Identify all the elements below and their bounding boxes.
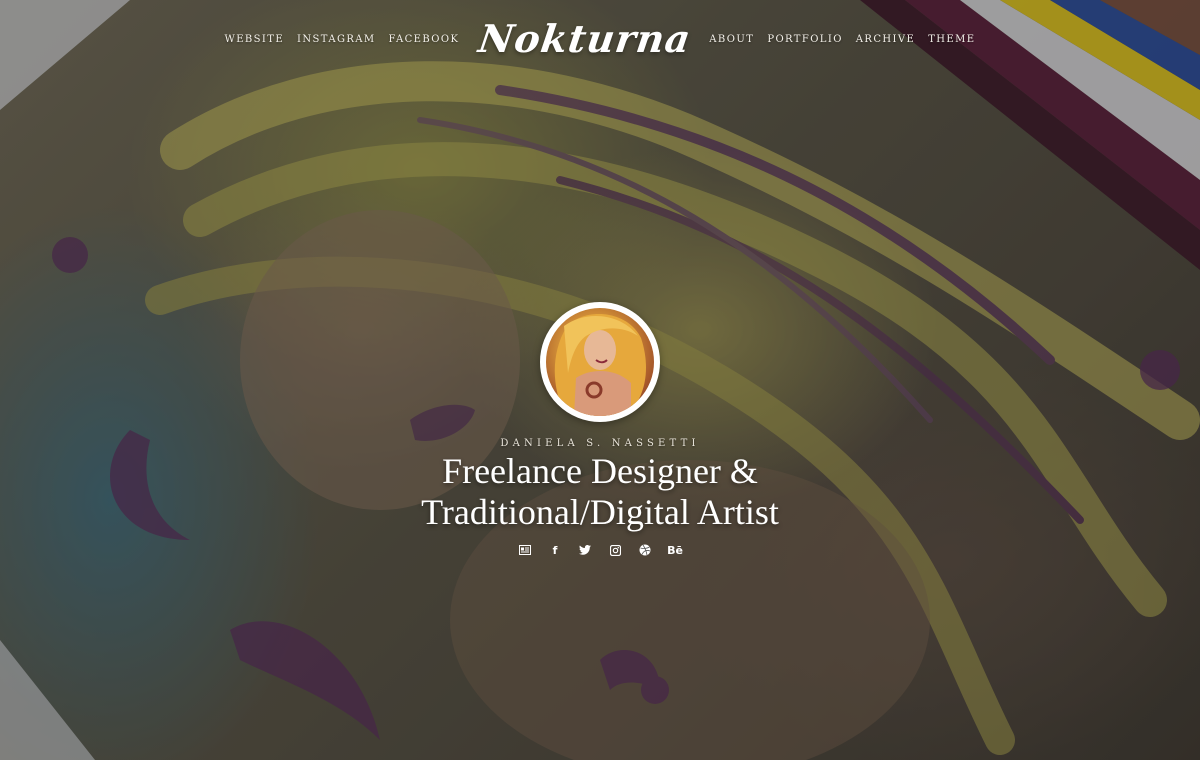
avatar[interactable] <box>540 302 660 422</box>
profile-block: DANIELA S. NASSETTI Freelance Designer &… <box>0 302 1200 557</box>
nav-link-facebook[interactable]: FACEBOOK <box>389 34 460 45</box>
website-icon[interactable] <box>518 543 532 557</box>
nav-link-website[interactable]: WEBSITE <box>225 34 285 45</box>
twitter-icon[interactable] <box>578 543 592 557</box>
nav-link-instagram[interactable]: INSTAGRAM <box>297 34 375 45</box>
nav-right-group: ABOUT PORTFOLIO ARCHIVE THEME <box>709 34 975 45</box>
headline-line-1: Freelance Designer & <box>442 451 758 491</box>
author-name: DANIELA S. NASSETTI <box>500 438 700 449</box>
avatar-illustration <box>554 314 646 416</box>
facebook-icon[interactable]: f <box>548 543 562 557</box>
top-navigation: WEBSITE INSTAGRAM FACEBOOK Nokturna ABOU… <box>0 14 1200 64</box>
nav-link-archive[interactable]: ARCHIVE <box>856 34 915 45</box>
instagram-icon[interactable] <box>608 543 622 557</box>
behance-icon[interactable]: Bē <box>667 543 683 557</box>
nav-link-portfolio[interactable]: PORTFOLIO <box>767 34 842 45</box>
nav-link-theme[interactable]: THEME <box>928 34 975 45</box>
nav-left-group: WEBSITE INSTAGRAM FACEBOOK <box>225 34 460 45</box>
social-links: f Bē <box>518 543 683 557</box>
page-title: Freelance Designer & Traditional/Digital… <box>421 451 779 533</box>
dribbble-icon[interactable] <box>638 543 652 557</box>
headline-line-2: Traditional/Digital Artist <box>421 492 779 532</box>
site-logo[interactable]: Nokturna <box>476 16 694 61</box>
hero-section: WEBSITE INSTAGRAM FACEBOOK Nokturna ABOU… <box>0 0 1200 760</box>
nav-link-about[interactable]: ABOUT <box>709 34 754 45</box>
